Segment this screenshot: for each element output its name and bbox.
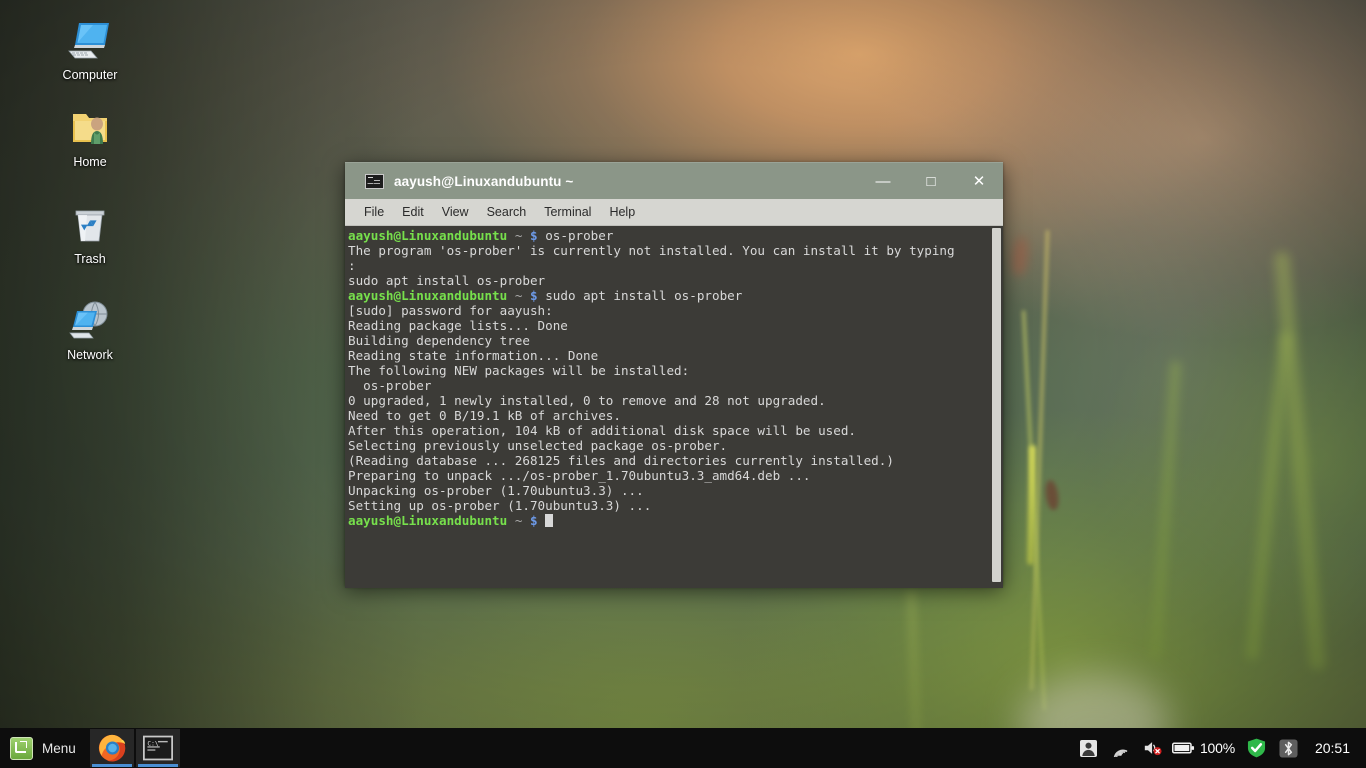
terminal-output-line: Need to get 0 B/19.1 kB of archives. <box>348 408 987 423</box>
start-menu-button[interactable]: Menu <box>0 728 88 768</box>
desktop: Computer Home <box>0 0 1366 768</box>
terminal-scrollbar[interactable] <box>990 226 1003 588</box>
update-manager-shield-icon[interactable] <box>1244 735 1270 761</box>
maximize-button[interactable]: □ <box>907 163 955 199</box>
terminal-output-line: (Reading database ... 268125 files and d… <box>348 453 987 468</box>
terminal-window[interactable]: aayush@Linuxandubuntu ~ — □ ✕ File Edit … <box>345 162 1003 586</box>
terminal-output-line: 0 upgraded, 1 newly installed, 0 to remo… <box>348 393 987 408</box>
network-globe-icon <box>66 296 114 344</box>
wifi-icon[interactable] <box>1108 735 1134 761</box>
terminal-output-line: Preparing to unpack .../os-prober_1.70ub… <box>348 468 987 483</box>
linux-mint-logo-icon <box>10 737 33 760</box>
menu-help[interactable]: Help <box>600 202 644 222</box>
battery-icon[interactable] <box>1172 735 1196 761</box>
terminal-prompt-line: aayush@Linuxandubuntu ~ $ os-prober <box>348 228 987 243</box>
terminal-prompt-line: aayush@Linuxandubuntu ~ $ sudo apt insta… <box>348 288 987 303</box>
terminal-output-line: Selecting previously unselected package … <box>348 438 987 453</box>
volume-muted-icon[interactable] <box>1140 735 1166 761</box>
terminal-output-line: After this operation, 104 kB of addition… <box>348 423 987 438</box>
terminal-icon <box>365 174 384 189</box>
terminal-body[interactable]: aayush@Linuxandubuntu ~ $ os-proberThe p… <box>345 226 1003 588</box>
terminal-output-line: Setting up os-prober (1.70ubuntu3.3) ... <box>348 498 987 513</box>
menu-file[interactable]: File <box>355 202 393 222</box>
terminal-output-line: : <box>348 258 987 273</box>
terminal-output-line: sudo apt install os-prober <box>348 273 987 288</box>
terminal-output-line: [sudo] password for aayush: <box>348 303 987 318</box>
start-menu-label: Menu <box>42 741 76 756</box>
terminal-titlebar[interactable]: aayush@Linuxandubuntu ~ — □ ✕ <box>345 162 1003 199</box>
terminal-icon: C:\ <box>143 735 173 761</box>
menu-search[interactable]: Search <box>478 202 536 222</box>
battery-percent-label: 100% <box>1200 740 1235 756</box>
terminal-output: aayush@Linuxandubuntu ~ $ os-proberThe p… <box>348 228 987 528</box>
desktop-icon-network[interactable]: Network <box>44 296 136 363</box>
terminal-prompt-line: aayush@Linuxandubuntu ~ $ <box>348 513 987 528</box>
terminal-output-line: Building dependency tree <box>348 333 987 348</box>
firefox-icon <box>97 733 127 763</box>
user-account-icon[interactable] <box>1076 735 1102 761</box>
desktop-icon-home[interactable]: Home <box>44 103 136 170</box>
menu-view[interactable]: View <box>433 202 478 222</box>
window-controls: — □ ✕ <box>859 163 1003 199</box>
minimize-button[interactable]: — <box>859 163 907 199</box>
desktop-icon-label: Network <box>67 349 113 363</box>
terminal-output-line: The program 'os-prober' is currently not… <box>348 243 987 258</box>
close-button[interactable]: ✕ <box>955 163 1003 199</box>
desktop-icon-trash[interactable]: Trash <box>44 200 136 267</box>
terminal-output-line: os-prober <box>348 378 987 393</box>
terminal-output-line: Unpacking os-prober (1.70ubuntu3.3) ... <box>348 483 987 498</box>
trash-bin-icon <box>66 200 114 248</box>
clock[interactable]: 20:51 <box>1315 740 1350 756</box>
system-tray: 100% 20:51 <box>1073 728 1366 768</box>
window-title: aayush@Linuxandubuntu ~ <box>394 174 573 189</box>
terminal-output-line: Reading state information... Done <box>348 348 987 363</box>
desktop-icon-computer[interactable]: Computer <box>44 16 136 83</box>
desktop-icon-label: Home <box>73 156 106 170</box>
desktop-icon-label: Computer <box>63 69 118 83</box>
bluetooth-icon[interactable] <box>1276 735 1302 761</box>
terminal-menubar: File Edit View Search Terminal Help <box>345 199 1003 226</box>
taskbar-item-terminal[interactable]: C:\ <box>136 729 180 767</box>
menu-terminal[interactable]: Terminal <box>535 202 600 222</box>
desktop-icon-list: Computer Home <box>44 16 136 383</box>
taskbar-item-firefox[interactable] <box>90 729 134 767</box>
home-folder-icon <box>66 103 114 151</box>
terminal-output-line: The following NEW packages will be insta… <box>348 363 987 378</box>
desktop-icon-label: Trash <box>74 253 106 267</box>
terminal-output-line: Reading package lists... Done <box>348 318 987 333</box>
menu-edit[interactable]: Edit <box>393 202 433 222</box>
scrollbar-thumb[interactable] <box>992 228 1001 582</box>
taskbar: Menu C:\ <box>0 728 1366 768</box>
computer-monitor-icon <box>66 16 114 64</box>
